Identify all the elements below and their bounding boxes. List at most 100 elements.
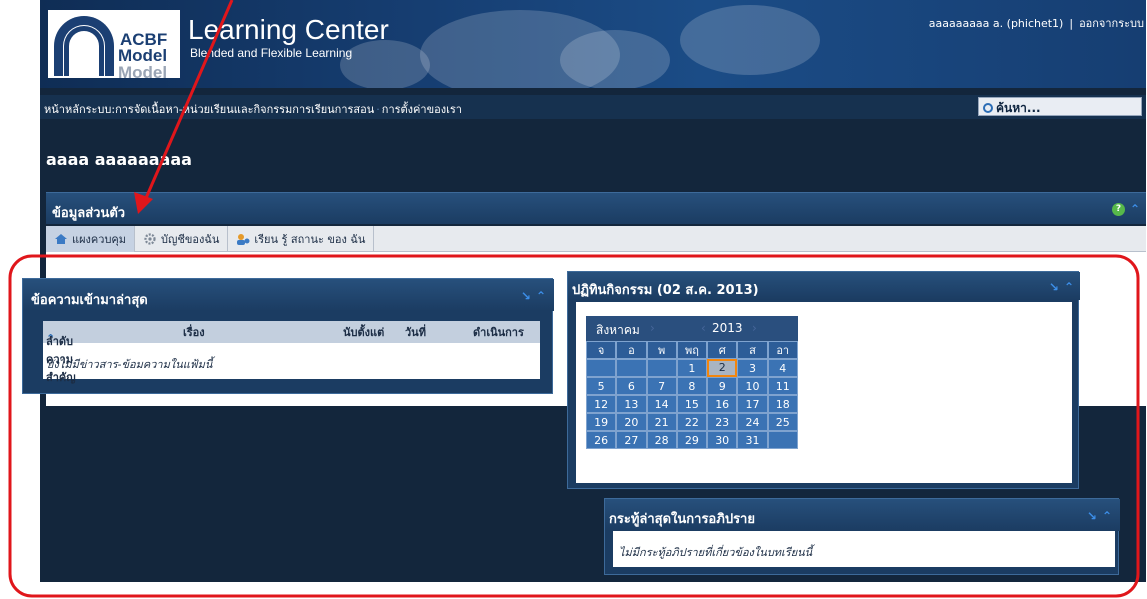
calendar-day[interactable]: 10 (737, 377, 768, 395)
calendar-day-today[interactable]: 2 (707, 359, 738, 377)
forum-empty-message: ไม่มีกระทู้อภิปรายที่เกี่ยวข้องในบทเรียน… (619, 546, 813, 559)
calendar-day[interactable]: 29 (676, 431, 708, 449)
calendar-day[interactable]: 7 (646, 377, 677, 395)
calendar-day[interactable]: 31 (737, 431, 768, 449)
breadcrumb: หน้าหลักระบบ:การจัดเนื้อหา-หน่วยเรียนและ… (44, 100, 462, 118)
calendar-day[interactable]: 24 (737, 413, 768, 431)
breadcrumb-bar: หน้าหลักระบบ:การจัดเนื้อหา-หน่วยเรียนและ… (40, 95, 1146, 119)
calendar-widget-header: ปฏิทินกิจกรรม (02 ส.ค. 2013) ↘ ⌃ (568, 272, 1080, 300)
column-action: ดำเนินการ (473, 326, 524, 339)
section-controls: ? ⌃ (1111, 202, 1140, 216)
calendar-weekday: ศ (707, 341, 738, 359)
calendar-day[interactable]: 15 (676, 395, 708, 413)
calendar-day[interactable]: 26 (586, 431, 617, 449)
user-bar-separator: | (1069, 17, 1074, 30)
calendar-weekday: อ (616, 341, 647, 359)
forum-widget: กระทู้ล่าสุดในการอภิปราย ↘ ⌃ ไม่มีกระทู้… (604, 498, 1120, 575)
tab-my-account-label: บัญชีของฉัน (161, 232, 220, 246)
forum-body: ไม่มีกระทู้อภิปรายที่เกี่ยวข้องในบทเรียน… (613, 531, 1115, 567)
gear-icon (143, 232, 157, 245)
forum-widget-header: กระทู้ล่าสุดในการอภิปราย ↘ ⌃ (605, 499, 1120, 531)
calendar-day[interactable]: 5 (586, 377, 617, 395)
calendar-day[interactable]: 30 (707, 431, 738, 449)
inbox-widget-header: ข้อความเข้ามาล่าสุด ↘ ⌃ (23, 279, 554, 311)
section-tabs: แผงควบคุม บัญชีของฉัน เรียน รู้ สถานะ ขอ… (46, 225, 1146, 252)
calendar-month[interactable]: สิงหาคม (596, 321, 640, 340)
user-status-icon (236, 233, 250, 245)
collapse-icon[interactable]: ⌃ (1130, 202, 1140, 216)
calendar-weekday: พ (646, 341, 677, 359)
next-year-icon[interactable]: › (752, 321, 757, 335)
tab-learning-status[interactable]: เรียน รู้ สถานะ ของ ฉัน (228, 225, 375, 252)
screenshot-root: ACBF Model Model Learning Center Blended… (0, 0, 1147, 599)
inbox-table-header: ลำดับความสำคัญ ⌃ เรื่อง นับตั้งแต่ วันที… (43, 321, 540, 384)
calendar-day[interactable]: 1 (676, 359, 708, 377)
user-bar: aaaaaaaaa a. (phichet1) | ออกจากระบบ (929, 14, 1144, 32)
calendar-weekday: ส (737, 341, 768, 359)
collapse-icon[interactable]: ⌃ (1064, 280, 1074, 294)
calendar-day[interactable]: 13 (616, 395, 647, 413)
banner-decoration (560, 30, 670, 88)
user-profile-link[interactable]: aaaaaaaaa a. (phichet1) (929, 17, 1064, 30)
calendar-day[interactable]: 17 (737, 395, 768, 413)
refresh-icon[interactable]: ↘ (1049, 280, 1059, 294)
calendar-widget-controls: ↘ ⌃ (1049, 280, 1074, 294)
logo-arc-inner-icon (64, 26, 104, 76)
section-title: ข้อมูลส่วนตัว (52, 206, 126, 221)
prev-year-icon[interactable]: ‹ (701, 321, 706, 335)
calendar-day[interactable]: 20 (616, 413, 647, 431)
next-month-icon[interactable]: › (650, 321, 655, 335)
home-icon (54, 233, 68, 245)
calendar-day[interactable]: 3 (737, 359, 768, 377)
calendar-day[interactable]: 28 (646, 431, 677, 449)
calendar-day[interactable]: 11 (767, 377, 798, 395)
calendar-day[interactable]: 25 (767, 413, 798, 431)
site-subtitle: Blended and Flexible Learning (190, 46, 353, 60)
collapse-icon[interactable]: ⌃ (1102, 509, 1112, 523)
tab-dashboard[interactable]: แผงควบคุม (46, 225, 136, 252)
calendar-weekday: จ (586, 341, 617, 359)
calendar-day[interactable]: 22 (676, 413, 708, 431)
inbox-widget-title: ข้อความเข้ามาล่าสุด (31, 293, 148, 308)
calendar-widget: ปฏิทินกิจกรรม (02 ส.ค. 2013) ↘ ⌃ สิงหาคม… (567, 271, 1080, 489)
breadcrumb-settings[interactable]: การตั้งค่าของเรา (382, 103, 462, 116)
calendar-month-bar: สิงหาคม › ‹ 2013 › (586, 316, 798, 341)
search-input[interactable]: ค้นหา... (978, 97, 1142, 116)
calendar-day[interactable]: 4 (767, 359, 798, 377)
tab-my-account[interactable]: บัญชีของฉัน (135, 225, 229, 252)
calendar-day[interactable]: 8 (676, 377, 708, 395)
site-logo[interactable]: ACBF Model Model (48, 10, 180, 82)
calendar-day[interactable]: 19 (586, 413, 617, 431)
collapse-icon[interactable]: ⌃ (536, 289, 546, 303)
column-date[interactable]: วันที่ (405, 323, 426, 341)
calendar-day[interactable]: 18 (767, 395, 798, 413)
calendar-day[interactable]: 21 (646, 413, 677, 431)
calendar-day[interactable]: 14 (646, 395, 677, 413)
inbox-widget-controls: ↘ ⌃ (521, 289, 546, 303)
calendar-day[interactable]: 6 (616, 377, 647, 395)
breadcrumb-content[interactable]: การจัดเนื้อหา-หน่วยเรียนและกิจกรรมการเรี… (115, 103, 374, 116)
column-subject[interactable]: เรื่อง (183, 323, 205, 341)
calendar-day[interactable]: 9 (707, 377, 738, 395)
breadcrumb-home[interactable]: หน้าหลักระบบ: (44, 103, 115, 116)
refresh-icon[interactable]: ↘ (1087, 509, 1097, 523)
calendar-day[interactable]: 16 (707, 395, 738, 413)
inbox-empty-message: ยังไม่มีข่าวสาร-ข้อมความในแฟ้มนี้ (47, 358, 213, 371)
refresh-icon[interactable]: ↘ (521, 289, 531, 303)
forum-widget-controls: ↘ ⌃ (1087, 509, 1112, 523)
calendar-weekday: พฤ (676, 341, 708, 359)
breadcrumb-separator: · (376, 103, 380, 116)
site-title: Learning Center (188, 14, 389, 45)
column-since[interactable]: นับตั้งแต่ (343, 323, 384, 341)
search-icon (983, 103, 993, 113)
calendar-day[interactable]: 23 (707, 413, 738, 431)
calendar-day[interactable]: 12 (586, 395, 617, 413)
banner-decoration (340, 40, 430, 88)
help-icon[interactable]: ? (1111, 202, 1125, 216)
calendar-day[interactable]: 27 (616, 431, 647, 449)
calendar-year[interactable]: 2013 (712, 321, 743, 335)
logout-link[interactable]: ออกจากระบบ (1079, 17, 1144, 30)
calendar-empty-cell (586, 359, 617, 377)
inbox-table: ลำดับความสำคัญ ⌃ เรื่อง นับตั้งแต่ วันที… (43, 321, 540, 384)
calendar-empty-cell (646, 359, 677, 377)
